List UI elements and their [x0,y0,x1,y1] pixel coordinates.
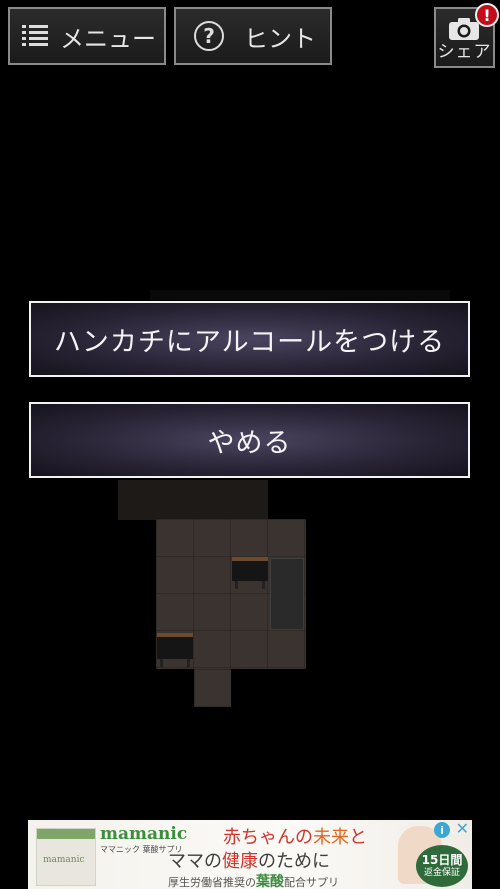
ad-brand: mamanic [100,824,188,844]
ad-tagline: 厚生労働省推奨の葉酸配合サプリ [168,874,339,889]
school-desk[interactable] [232,557,268,589]
exclamation-badge-icon: ! [475,3,499,27]
choice-apply-alcohol-button[interactable]: ハンカチにアルコールをつける [29,301,470,377]
school-desk[interactable] [157,633,193,667]
choice-cancel-button[interactable]: やめる [29,402,470,478]
ad-product-image: mamanic [36,828,96,886]
camera-icon [449,18,479,40]
map-floor-corridor [194,669,231,707]
ad-headline-2: ママの健康のために [168,851,330,872]
map-wall-upper [118,480,268,520]
locker[interactable] [270,558,304,630]
hint-button[interactable]: ? ヒント [174,7,332,65]
list-icon [22,25,48,47]
ad-banner[interactable]: mamanic mamanic ママニック 葉酸サプリ 赤ちゃんの未来と ママの… [28,820,472,889]
menu-button[interactable]: メニュー [8,7,166,65]
map-dark-wall [150,290,450,300]
ad-info-icon[interactable]: i [434,822,450,838]
question-circle-icon: ? [194,21,224,51]
ad-headline-1: 赤ちゃんの未来と [223,827,367,848]
menu-label: メニュー [60,24,156,53]
game-screen: メニュー ? ヒント ! シェア ハンカチにアルコールをつける やめる mama… [0,0,500,889]
hint-label: ヒント [244,24,316,53]
ad-close-icon[interactable]: ✕ [456,821,469,837]
ad-guarantee-seal: 15日間 返金保証 [416,845,468,887]
share-button[interactable]: ! シェア [434,3,499,68]
